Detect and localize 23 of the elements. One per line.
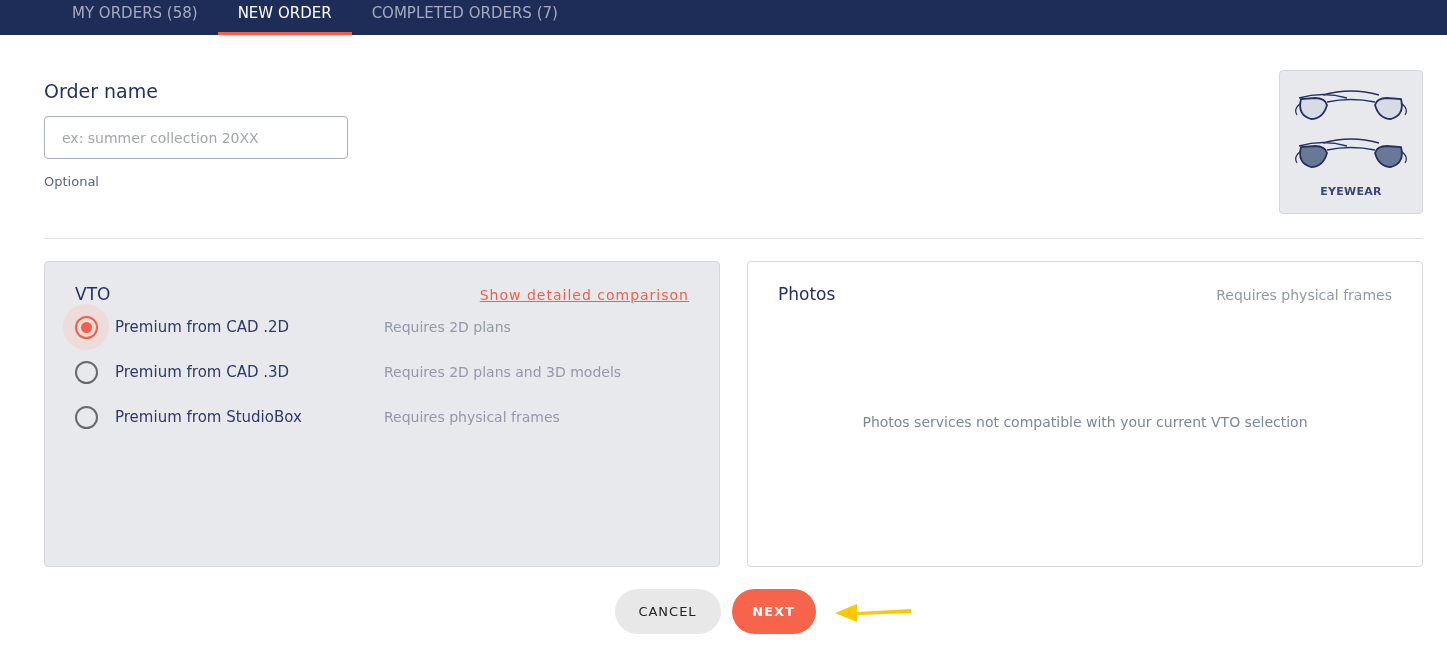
order-name-field[interactable]: ex: summer collection 20XX	[44, 116, 348, 159]
panel-title: Photos	[778, 284, 836, 304]
cancel-button[interactable]: CANCEL	[614, 589, 721, 634]
nav-tab[interactable]: COMPLETED ORDERS (7)	[351, 0, 578, 35]
radio-button[interactable]	[74, 360, 98, 384]
field-label: Order name	[44, 80, 159, 102]
hint-text: Optional	[44, 174, 100, 189]
option-note: Requires 2D plans and 3D models	[384, 364, 623, 380]
option-label: Premium from StudioBox	[115, 408, 303, 426]
panel-title: VTO	[75, 284, 111, 304]
nav-tab[interactable]: MY ORDERS (58)	[52, 0, 218, 35]
nav-tab[interactable]: NEW ORDER	[217, 0, 352, 35]
radio-button[interactable]	[74, 315, 98, 339]
next-button[interactable]: NEXT	[731, 589, 816, 634]
radio-button[interactable]	[74, 405, 98, 429]
option-label: Premium from CAD .3D	[115, 363, 291, 381]
info-message: Photos services not compatible with your current VTO selection	[861, 414, 1309, 430]
option-label: Premium from CAD .2D	[115, 318, 291, 336]
option-note: Requires 2D plans	[384, 319, 512, 335]
requirement-note: Requires physical frames	[1216, 287, 1392, 303]
category-label: EYEWEAR	[1320, 185, 1382, 198]
category-card[interactable]: EYEWEAR	[1279, 70, 1423, 214]
option-note: Requires physical frames	[384, 409, 561, 425]
